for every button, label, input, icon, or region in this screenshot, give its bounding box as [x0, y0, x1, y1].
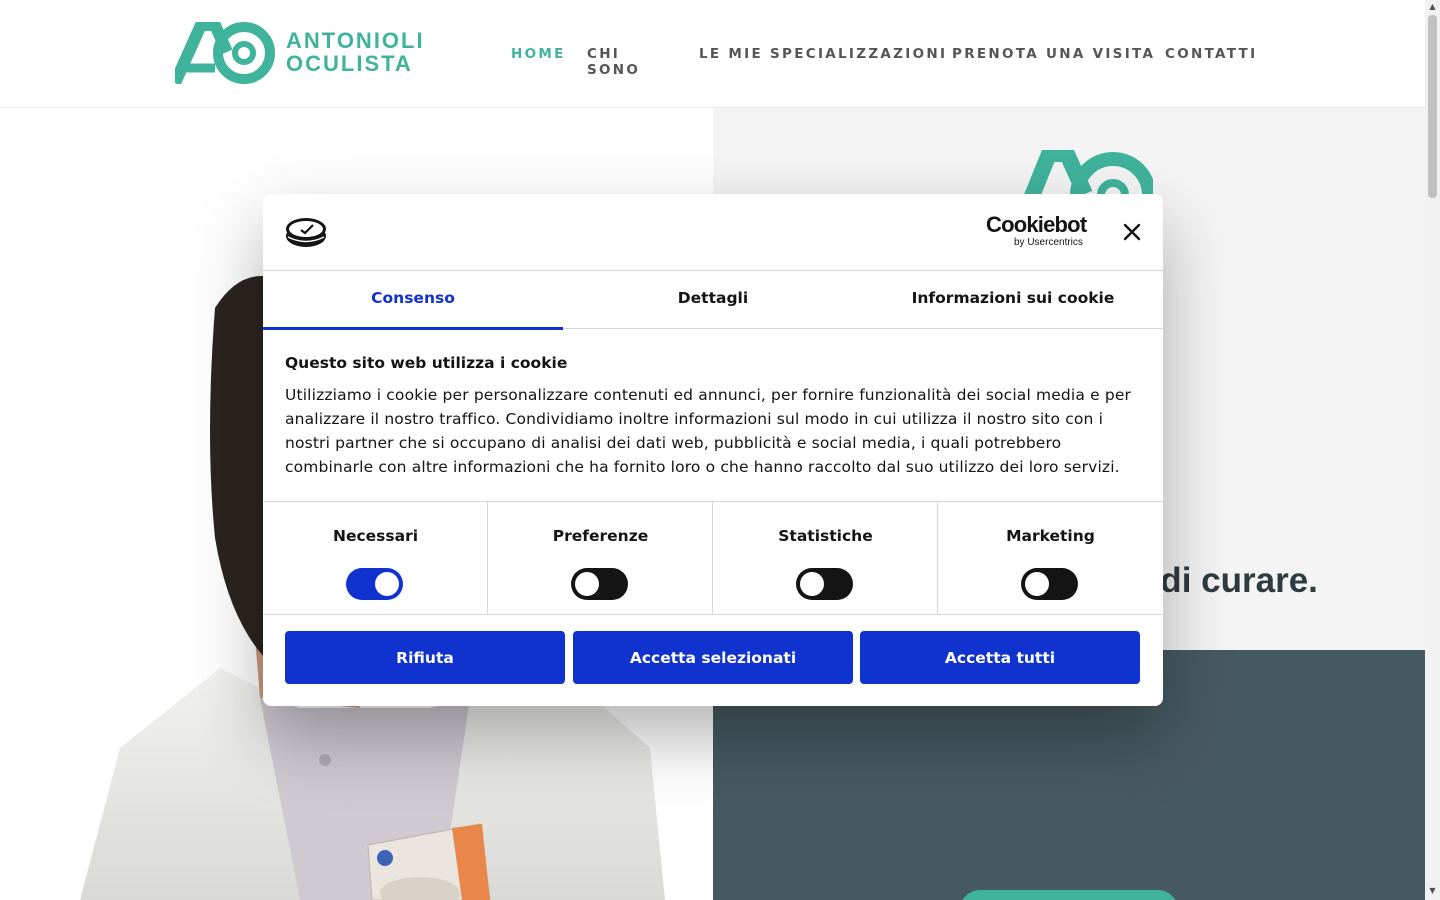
- nav-specializzazioni[interactable]: LE MIE SPECIALIZZAZIONI: [699, 46, 947, 62]
- tab-dettagli[interactable]: Dettagli: [563, 271, 863, 329]
- cookie-consent-dialog: Cookiebot by Usercentrics Consenso Detta…: [263, 194, 1163, 706]
- scroll-up-arrow-icon[interactable]: ▲: [1428, 2, 1437, 12]
- cookie-dialog-header: Cookiebot by Usercentrics: [263, 194, 1163, 271]
- logo-line-1: ANTONIOLI: [286, 28, 425, 53]
- cookie-dialog-buttons: Rifiuta Accetta selezionati Accetta tutt…: [285, 631, 1141, 684]
- cookie-dialog-body: Questo sito web utilizza i cookie Utiliz…: [285, 352, 1143, 479]
- site-logo[interactable]: ANTONIOLI OCULISTA: [175, 22, 423, 86]
- toggle-cell-marketing: Marketing: [938, 502, 1163, 615]
- scroll-down-arrow-icon[interactable]: ▼: [1428, 886, 1437, 896]
- logo-mark-icon: [175, 22, 275, 84]
- accept-selected-button[interactable]: Accetta selezionati: [573, 631, 853, 684]
- cookie-icon: [286, 218, 326, 247]
- toggle-label-marketing: Marketing: [1006, 527, 1095, 545]
- logo-line-2: OCULISTA: [286, 51, 413, 76]
- toggle-label-necessari: Necessari: [332, 527, 419, 545]
- cookiebot-brand-name: Cookiebot: [986, 212, 1087, 237]
- tab-consenso[interactable]: Consenso: [263, 271, 563, 330]
- toggle-statistiche[interactable]: [796, 568, 853, 600]
- cookie-dialog-tabs: Consenso Dettagli Informazioni sui cooki…: [263, 271, 1163, 330]
- logo-wordmark: ANTONIOLI OCULISTA: [286, 29, 425, 75]
- reject-button[interactable]: Rifiuta: [285, 631, 565, 684]
- cookiebot-brand-by: by Usercentrics: [1014, 237, 1083, 248]
- cookie-dialog-title: Questo sito web utilizza i cookie: [285, 354, 568, 372]
- tab-informazioni-cookie[interactable]: Informazioni sui cookie: [863, 271, 1163, 329]
- accept-all-button[interactable]: Accetta tutti: [860, 631, 1140, 684]
- toggle-label-statistiche: Statistiche: [778, 527, 873, 545]
- toggle-marketing[interactable]: [1021, 568, 1078, 600]
- nav-chi-sono[interactable]: CHI SONO: [587, 46, 640, 78]
- nav-contatti[interactable]: CONTATTI: [1165, 46, 1257, 62]
- cookie-dialog-text: Utilizziamo i cookie per personalizzare …: [285, 386, 1132, 476]
- toggle-cell-preferenze: Preferenze: [488, 502, 713, 615]
- toggle-cell-statistiche: Statistiche: [713, 502, 938, 615]
- site-header: ANTONIOLI OCULISTA HOME CHI SONO LE MIE …: [0, 0, 1425, 108]
- toggle-cell-necessari: Necessari: [263, 502, 488, 615]
- nav-home[interactable]: HOME: [511, 46, 566, 62]
- toggle-preferenze[interactable]: [571, 568, 628, 600]
- close-icon[interactable]: [1121, 221, 1143, 243]
- hero-cta-button[interactable]: [960, 890, 1178, 900]
- nav-prenota-visita[interactable]: PRENOTA UNA VISITA: [952, 46, 1155, 62]
- page-scrollbar[interactable]: ▲ ▼: [1425, 0, 1440, 900]
- cookiebot-brand[interactable]: Cookiebot by Usercentrics: [986, 212, 1087, 249]
- toggle-necessari[interactable]: [346, 568, 403, 600]
- scrollbar-thumb[interactable]: [1428, 15, 1437, 198]
- toggle-label-preferenze: Preferenze: [552, 527, 649, 545]
- cookie-category-toggles: Necessari Preferenze Statistiche Marketi…: [263, 501, 1163, 615]
